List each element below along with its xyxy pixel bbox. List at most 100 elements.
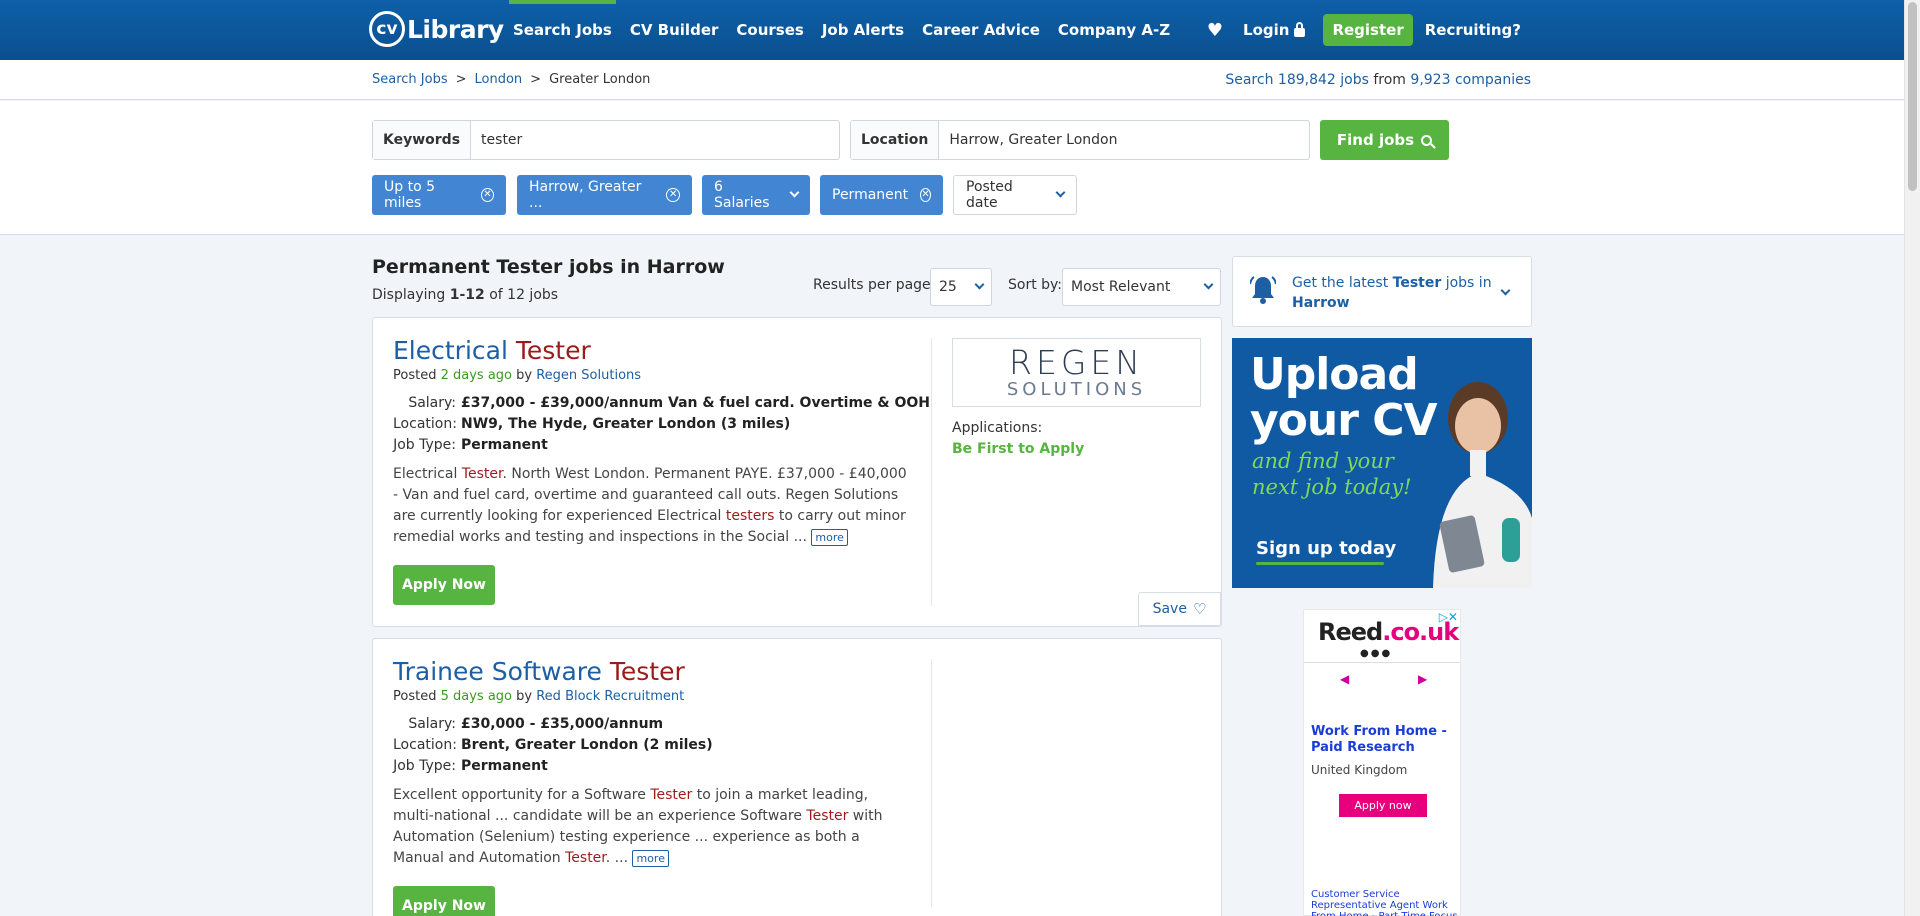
stats-jobs-word: jobs: [1340, 72, 1369, 88]
chevron-down-icon: [1500, 285, 1511, 296]
stats-from-word: from: [1373, 72, 1406, 88]
keywords-input[interactable]: tester: [471, 121, 532, 159]
location-label: Location: [851, 121, 940, 159]
stats-jobs-count[interactable]: 189,842: [1278, 72, 1336, 88]
alert-text-part: jobs in: [1441, 275, 1492, 291]
nav-career-advice[interactable]: Career Advice: [922, 0, 1040, 60]
chevron-down-icon: [1055, 187, 1066, 197]
keywords-field[interactable]: Keywords tester: [372, 120, 840, 160]
salary-row: Salary: £37,000 - £39,000/annum Van & fu…: [393, 392, 930, 413]
desc-keyword: Tester: [650, 787, 693, 803]
filter-salaries-dropdown[interactable]: 6 Salaries: [702, 175, 810, 215]
nav-company-a-z[interactable]: Company A-Z: [1058, 0, 1170, 60]
login-link[interactable]: Login: [1243, 21, 1306, 39]
job-description: Electrical Tester. North West London. Pe…: [393, 464, 913, 548]
job-alert-box[interactable]: Get the latest Tester jobs in Harrow: [1232, 256, 1532, 327]
company-link[interactable]: Regen Solutions: [536, 368, 641, 383]
ad-footer-link[interactable]: Customer Service Representative Agent Wo…: [1311, 889, 1461, 916]
job-meta: Salary: £30,000 - £35,000/annum Location…: [393, 713, 713, 776]
ad-apply-button[interactable]: Apply now: [1339, 794, 1427, 817]
filter-jobtype-chip[interactable]: Permanent ✕: [820, 175, 943, 215]
remove-filter-icon[interactable]: ✕: [920, 188, 931, 202]
nav-courses[interactable]: Courses: [736, 0, 803, 60]
company-logo[interactable]: REGEN SOLUTIONS: [952, 338, 1201, 407]
ad-logo: Reed.co.uk: [1318, 618, 1459, 646]
ad-divider: [1304, 662, 1460, 663]
job-title-link[interactable]: Trainee Software Tester: [393, 657, 685, 686]
ad-logo-main: Reed: [1318, 618, 1383, 646]
sort-by-select[interactable]: Most Relevant: [1062, 268, 1221, 306]
location-field[interactable]: Location Harrow, Greater London: [850, 120, 1310, 160]
filter-location-chip[interactable]: Harrow, Greater ... ✕: [517, 175, 692, 215]
remove-filter-icon[interactable]: ✕: [666, 188, 680, 202]
salary-label: Salary:: [408, 715, 456, 732]
job-title-keyword: Tester: [515, 336, 591, 365]
nav-job-alerts[interactable]: Job Alerts: [822, 0, 904, 60]
chevron-down-icon: [974, 279, 985, 289]
remove-filter-icon[interactable]: ✕: [481, 188, 494, 202]
filter-posted-date-label: Posted date: [966, 179, 1013, 211]
results-per-page-select[interactable]: 25: [930, 268, 992, 306]
filter-posted-date-dropdown[interactable]: Posted date: [953, 175, 1077, 215]
desc-keyword: Tester: [565, 850, 606, 866]
search-icon: [1421, 134, 1433, 146]
stats-companies-count[interactable]: 9,923: [1410, 72, 1450, 88]
more-link[interactable]: more: [811, 529, 848, 546]
sign-up-link[interactable]: Sign up today: [1256, 538, 1396, 559]
alert-text-part: Get the latest: [1292, 275, 1393, 291]
job-card: Trainee Software Tester Posted 5 days ag…: [372, 638, 1222, 916]
ad-headline[interactable]: Work From Home - Paid Research: [1311, 724, 1451, 756]
ad-prev-arrow-icon[interactable]: ◀: [1340, 672, 1349, 686]
cv-library-logo[interactable]: cv Library: [369, 8, 504, 50]
desc-keyword: testers: [725, 508, 775, 524]
jobtype-row: Job Type: Permanent: [393, 755, 713, 776]
card-divider: [931, 338, 932, 606]
find-jobs-label: Find jobs: [1336, 131, 1415, 149]
advertisement[interactable]: ▷✕ Reed.co.uk ●●● ◀ ▶ Work From Home - P…: [1303, 609, 1461, 916]
job-title-link[interactable]: Electrical Tester: [393, 336, 591, 365]
heart-outline-icon: ♡: [1192, 600, 1207, 618]
salary-row: Salary: £30,000 - £35,000/annum: [393, 713, 713, 734]
main-nav: Search Jobs CV Builder Courses Job Alert…: [509, 0, 1188, 60]
filter-salaries-label: 6 Salaries: [714, 179, 770, 211]
apply-now-button[interactable]: Apply Now: [393, 565, 495, 605]
nav-cv-builder[interactable]: CV Builder: [630, 0, 719, 60]
filter-distance-label: Up to 5 miles: [384, 179, 435, 211]
bell-icon: [1250, 276, 1276, 304]
upload-cv-banner[interactable]: Upload your CV and find your next job to…: [1232, 338, 1532, 588]
nav-account-area: ♥ Login Register Recruiting?: [1207, 0, 1521, 60]
company-link[interactable]: Red Block Recruitment: [536, 689, 684, 704]
posted-when: 2 days ago: [440, 368, 512, 383]
filter-distance-chip[interactable]: Up to 5 miles ✕: [372, 175, 506, 215]
scrollbar-thumb[interactable]: [1908, 2, 1917, 191]
jobtype-value: Permanent: [461, 757, 548, 774]
breadcrumb-search-jobs[interactable]: Search Jobs: [372, 72, 448, 87]
page-scrollbar[interactable]: [1904, 0, 1920, 916]
chevron-down-icon: [1203, 279, 1214, 289]
location-label: Location:: [393, 415, 457, 432]
applications-value: Be First to Apply: [952, 441, 1085, 457]
company-logo-sub: SOLUTIONS: [1006, 378, 1147, 400]
save-job-button[interactable]: Save ♡: [1138, 592, 1221, 626]
desc-text: Electrical: [393, 466, 462, 482]
register-button[interactable]: Register: [1323, 14, 1413, 46]
desc-text: Excellent opportunity for a Software: [393, 787, 651, 803]
ad-next-arrow-icon[interactable]: ▶: [1418, 672, 1427, 686]
logo-wordmark: Library: [407, 14, 504, 44]
more-link[interactable]: more: [632, 850, 669, 867]
location-row: Location: Brent, Greater London (2 miles…: [393, 734, 713, 755]
jobtype-value: Permanent: [461, 436, 548, 453]
saved-jobs-heart-icon[interactable]: ♥: [1207, 20, 1223, 41]
sign-up-underline: [1256, 562, 1384, 565]
breadcrumb-london[interactable]: London: [475, 72, 523, 87]
apply-now-button[interactable]: Apply Now: [393, 886, 495, 916]
location-input[interactable]: Harrow, Greater London: [939, 121, 1127, 159]
nav-search-jobs[interactable]: Search Jobs: [509, 0, 616, 60]
company-logo-main: REGEN: [1009, 342, 1144, 382]
sort-by-value: Most Relevant: [1071, 279, 1171, 295]
ad-logo-dots-icon: ●●●: [1360, 648, 1393, 659]
find-jobs-button[interactable]: Find jobs: [1320, 120, 1449, 160]
recruiting-link[interactable]: Recruiting?: [1425, 21, 1521, 39]
login-label: Login: [1243, 21, 1290, 39]
job-title-text: Electrical: [393, 336, 516, 365]
